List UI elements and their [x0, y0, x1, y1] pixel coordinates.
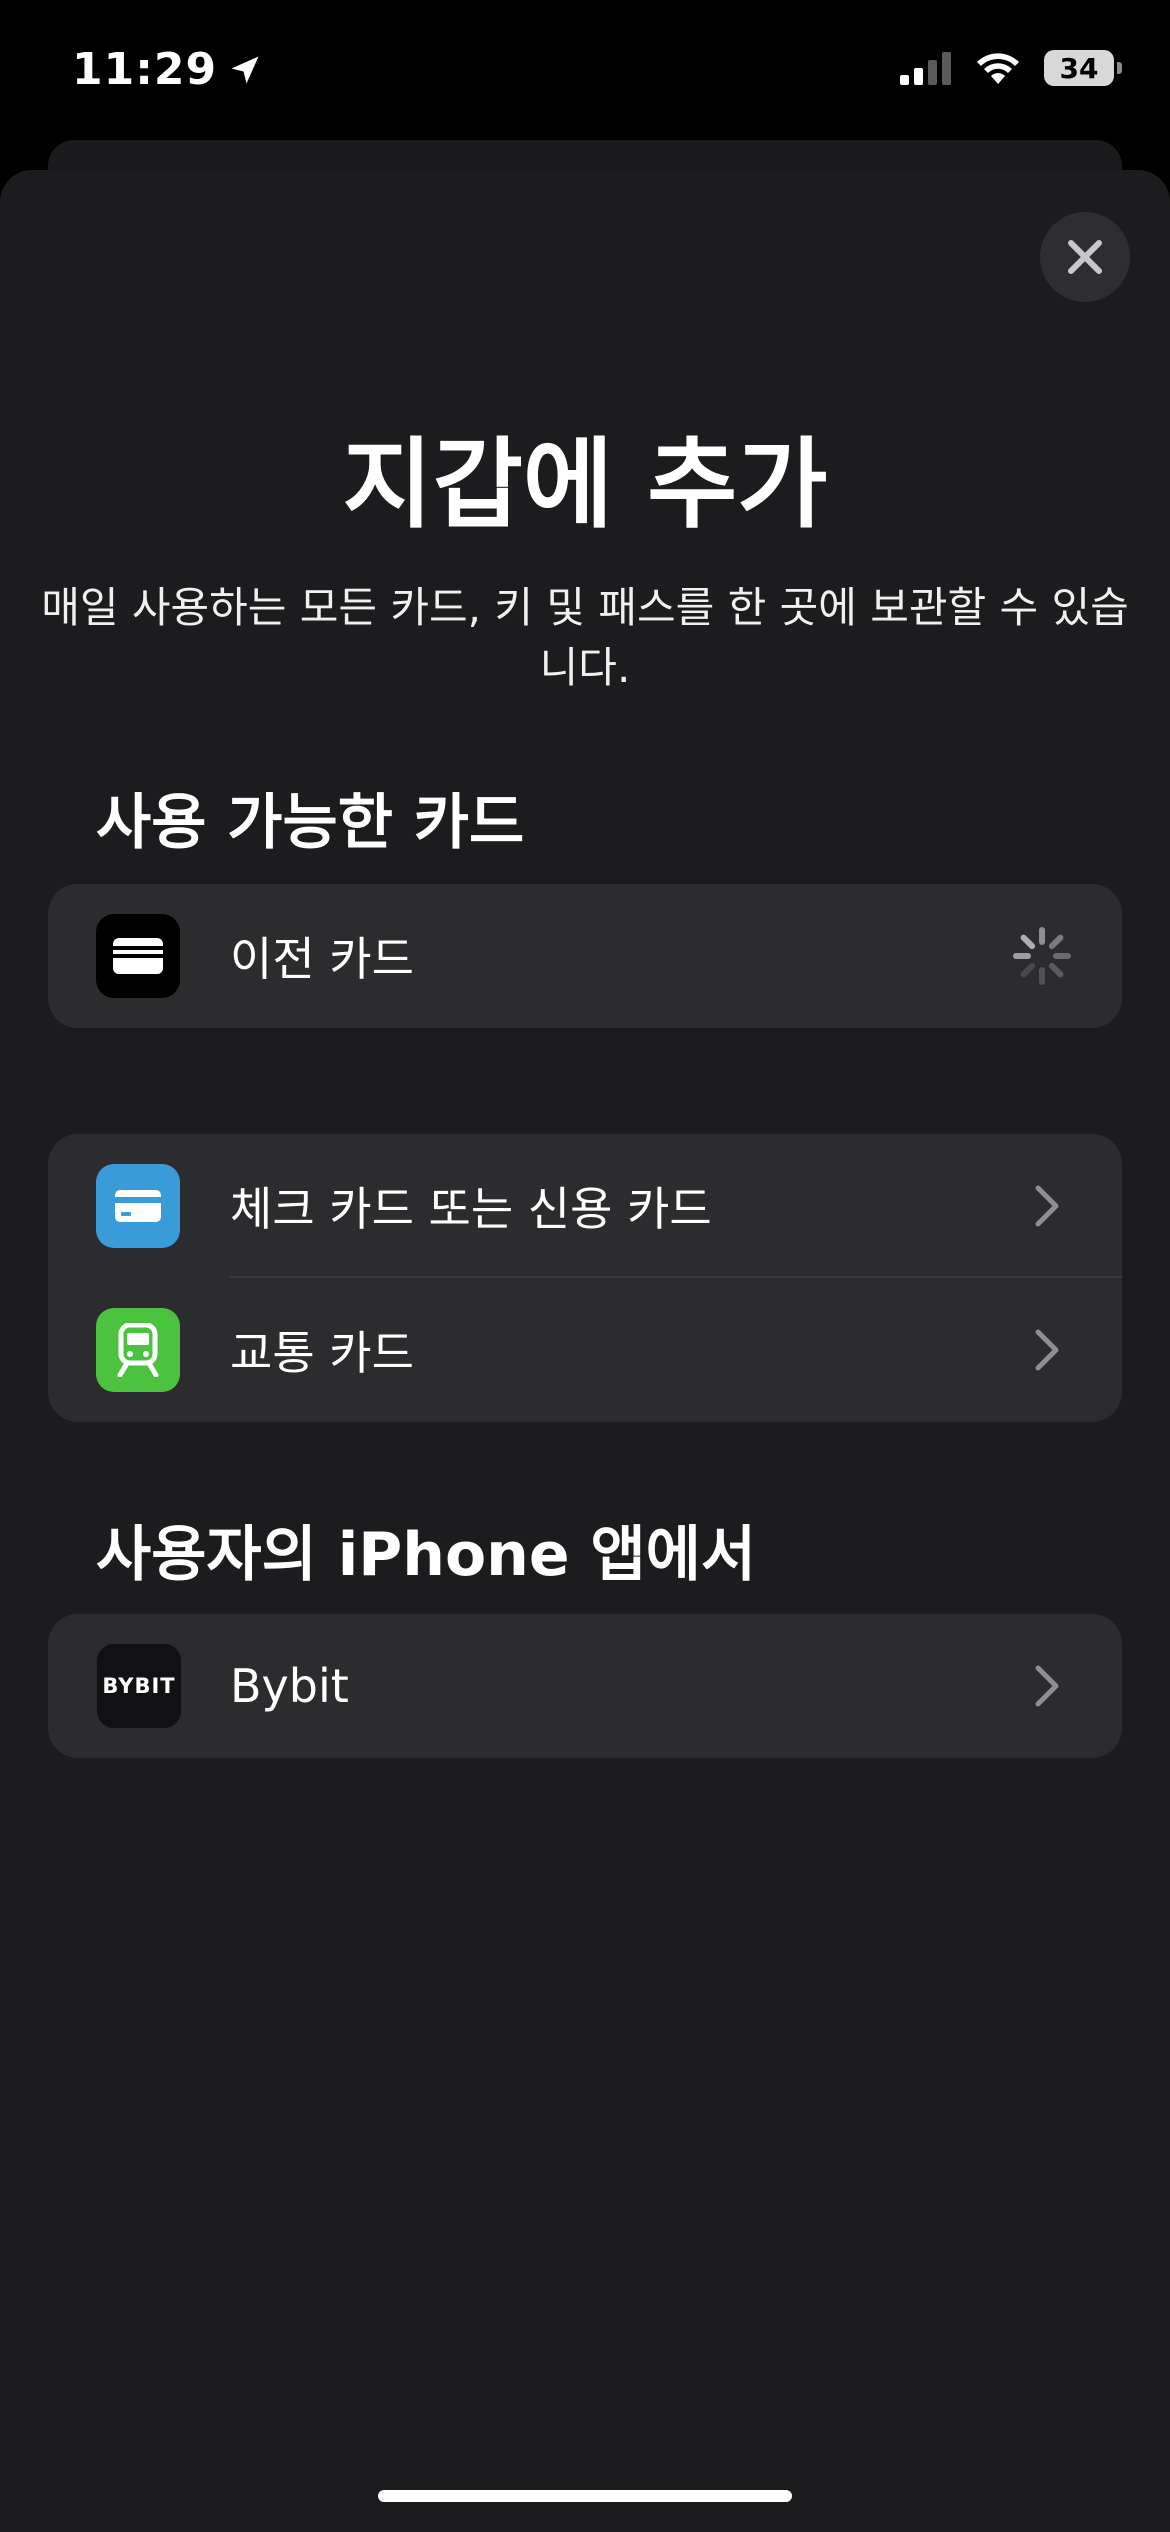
transit-app-icon — [96, 1308, 180, 1392]
wallet-app-icon — [96, 914, 180, 998]
bybit-logo: BYBIT — [102, 1674, 176, 1698]
previous-cards-group: 이전 카드 — [48, 884, 1122, 1028]
debit-credit-card-row[interactable]: 체크 카드 또는 신용 카드 — [48, 1134, 1122, 1278]
loading-spinner-icon — [1013, 927, 1071, 985]
section-header-from-apps: 사용자의 iPhone 앱에서 — [96, 1520, 757, 1590]
close-button[interactable] — [1040, 212, 1130, 302]
close-icon — [1068, 240, 1102, 274]
status-time: 11:29 — [72, 44, 263, 95]
previous-cards-row[interactable]: 이전 카드 — [48, 884, 1122, 1028]
chevron-right-icon — [1035, 1185, 1059, 1227]
credit-card-icon — [115, 1190, 161, 1222]
row-label-debit-credit: 체크 카드 또는 신용 카드 — [230, 1182, 712, 1236]
bybit-row[interactable]: BYBIT Bybit — [48, 1614, 1122, 1758]
transit-card-row[interactable]: 교통 카드 — [48, 1278, 1122, 1422]
home-indicator[interactable] — [378, 2490, 792, 2502]
page-subtitle: 매일 사용하는 모든 카드, 키 및 패스를 한 곳에 보관할 수 있습니다. — [41, 583, 1129, 692]
row-label-previous-cards: 이전 카드 — [230, 932, 414, 986]
row-label-transit: 교통 카드 — [230, 1326, 414, 1380]
section-header-available-cards: 사용 가능한 카드 — [96, 788, 525, 858]
battery-indicator: 34 — [1044, 50, 1122, 86]
status-bar: 11:29 34 — [0, 0, 1170, 150]
chevron-right-icon — [1035, 1665, 1059, 1707]
row-label-bybit: Bybit — [230, 1659, 349, 1713]
cellular-signal-icon — [900, 52, 951, 85]
chevron-right-icon — [1035, 1329, 1059, 1371]
time-text: 11:29 — [72, 44, 218, 95]
bybit-app-icon: BYBIT — [96, 1643, 182, 1729]
card-types-group: 체크 카드 또는 신용 카드 교통 카드 — [48, 1134, 1122, 1422]
apps-group: BYBIT Bybit — [48, 1614, 1122, 1758]
credit-card-app-icon — [96, 1164, 180, 1248]
page-title: 지갑에 추가 — [342, 428, 828, 542]
wifi-icon — [977, 53, 1019, 84]
location-arrow-icon — [231, 56, 259, 83]
wallet-icon — [113, 938, 163, 974]
train-icon — [117, 1323, 159, 1377]
status-indicators: 34 — [900, 50, 1122, 86]
